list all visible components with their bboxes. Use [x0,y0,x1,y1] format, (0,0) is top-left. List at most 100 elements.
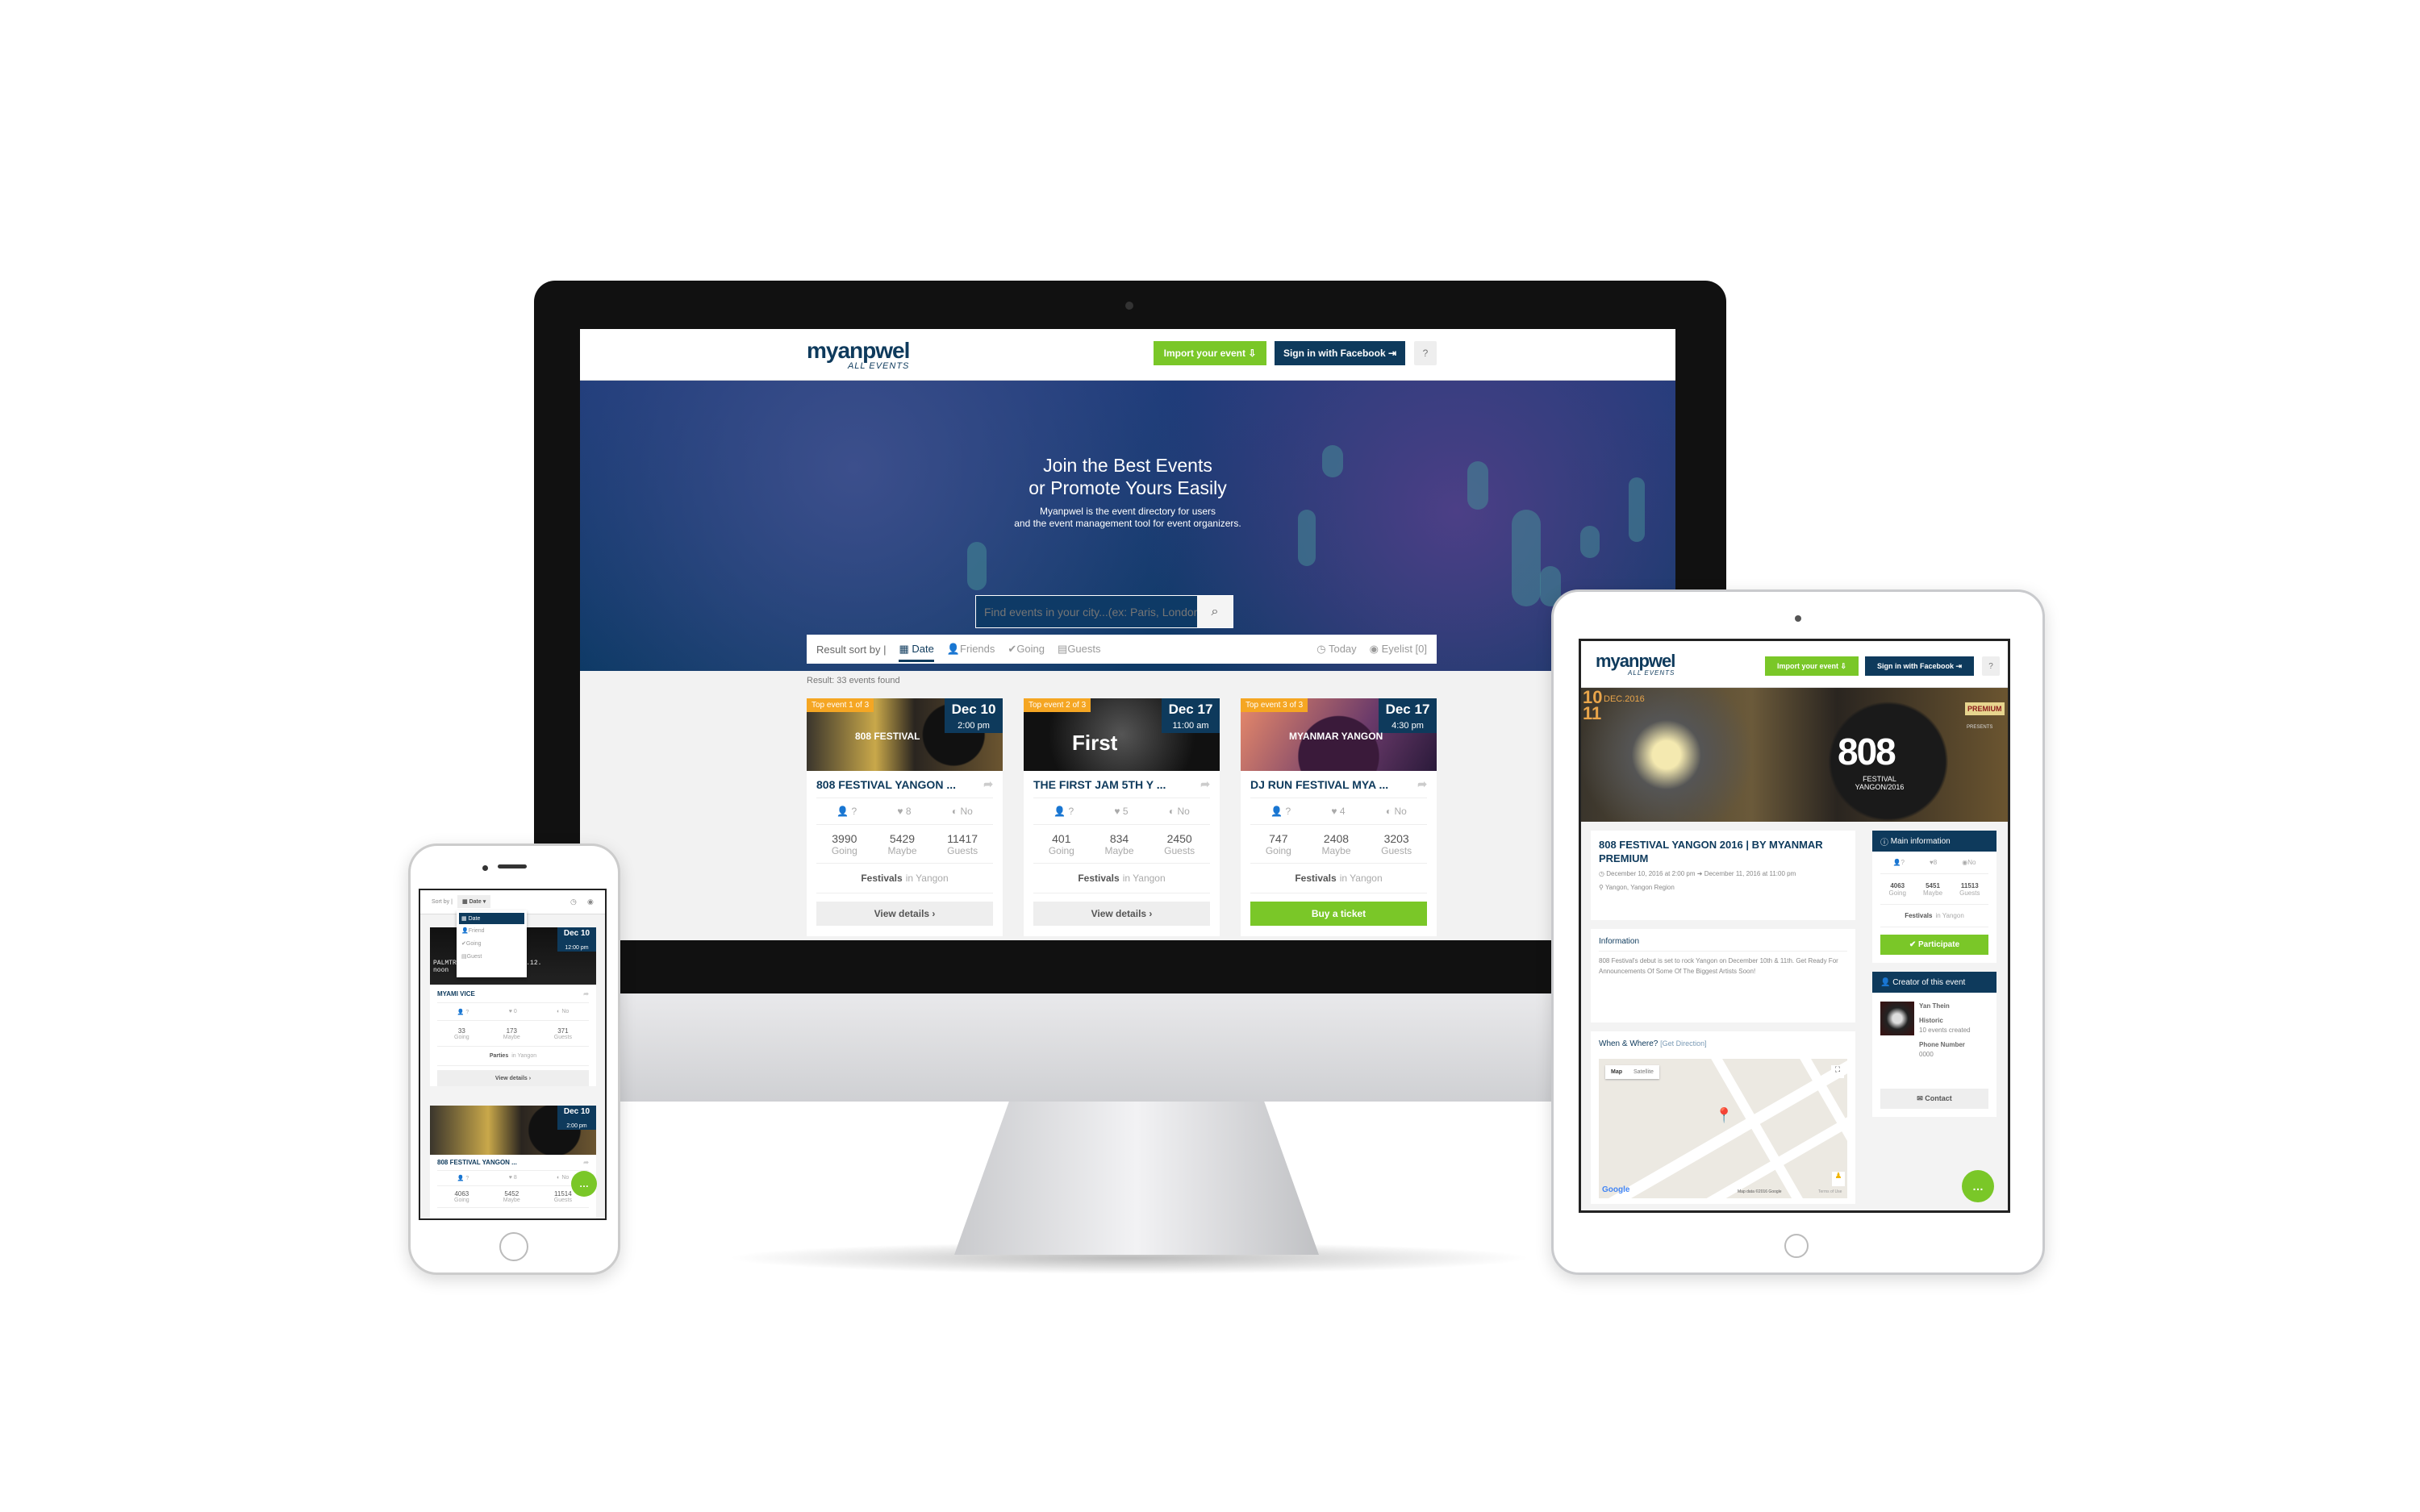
event-date: Dec 10 2:00 pm [557,1106,596,1130]
sort-guests[interactable]: ▤Guests [1058,643,1100,656]
participate-button[interactable]: ✔ Participate [1880,935,1988,955]
category-name[interactable]: Festivals [1905,912,1932,919]
fullscreen-icon[interactable]: ⛶ [1831,1065,1844,1078]
event-category[interactable]: Festivals in Yangon [1880,905,1988,927]
event-date: Dec 10 12:00 pm [557,927,596,952]
sort-date[interactable]: ▦ Date [899,637,934,662]
card-action-button[interactable]: Buy a ticket [1250,902,1427,926]
maybe-count: 5451 [1926,881,1940,889]
event-title[interactable]: 808 FESTIVAL YANGON ... [816,778,956,791]
event-title[interactable]: DJ RUN FESTIVAL MYA ... [1250,778,1388,791]
event-date-day: Dec 10 [563,1107,590,1116]
map-marker-icon: ⚲ [1599,883,1604,891]
going-label: Going [831,844,857,856]
category-name[interactable]: Festivals [861,873,902,884]
event-card[interactable]: Top event 3 of 3 Dec 17 4:30 pm MYANMAR Y… [1241,698,1437,936]
event-category[interactable]: Festivals in Yangon [816,864,993,893]
event-location[interactable]: Yangon, Yangon Region [1605,884,1675,891]
dropdown-option-guest[interactable]: ▤Guest [459,950,524,963]
guests-label: Guests [1381,844,1412,856]
event-category[interactable]: Festivals in Yangon [1250,864,1427,893]
event-title[interactable]: MYAMI VICE [437,990,475,998]
share-icon[interactable]: ➦ [1200,777,1210,791]
event-map[interactable]: Map Satellite ⛶ 📍 ♟ Google Map data ©2016… [1599,1059,1847,1198]
likes-count[interactable]: ♥8 [1930,859,1937,866]
category-name[interactable]: Parties [490,1053,508,1059]
event-category[interactable] [437,1208,589,1218]
guests-stat: 3203 Guests [1381,832,1412,856]
import-event-button[interactable]: Import your event ⇩ [1765,656,1859,676]
event-category[interactable]: Parties in Yangon [437,1047,589,1066]
dropdown-option-going[interactable]: ✔Going [459,937,524,950]
facebook-signin-button[interactable]: Sign in with Facebook ⇥ [1275,341,1405,365]
share-icon[interactable]: ➦ [1417,777,1427,791]
chat-bubble-icon[interactable]: … [1962,1170,1994,1202]
friends-count: 👤 ? [457,1009,469,1015]
hero-title-line1: Join the Best Events [1043,455,1212,476]
share-icon[interactable]: ➦ [983,777,993,791]
street-view-icon[interactable]: ♟ [1832,1172,1845,1186]
creator-box: 👤 Creator of this event Yan Thein Histor… [1872,972,1996,1117]
contact-button[interactable]: ✉ Contact [1880,1089,1988,1109]
creator-avatar[interactable] [1880,1002,1914,1035]
site-logo[interactable]: myanpwel ALL EVENTS [1596,652,1675,677]
help-icon[interactable]: ? [1414,341,1437,365]
site-logo[interactable]: myanpwel ALL EVENTS [807,339,910,371]
eyelist-link[interactable]: ◉ Eyelist [0] [1370,643,1427,656]
guests-stat: 2450 Guests [1164,832,1195,856]
search-icon[interactable]: ⌕ [1197,596,1233,627]
event-title[interactable]: THE FIRST JAM 5TH Y ... [1033,778,1166,791]
likes-count[interactable]: ♥ 0 [509,1009,517,1014]
sort-friends[interactable]: 👤Friends [947,643,995,656]
card-action-button[interactable]: View details › [1033,902,1210,926]
event-card[interactable]: Top event 2 of 3 Dec 17 11:00 am First TH… [1024,698,1220,936]
heart-icon: ♥ [897,806,903,817]
seen-status: ◐ No [557,1175,569,1181]
logo-sub: ALL EVENTS [1628,669,1675,677]
dropdown-option-date[interactable]: ▦ Date [459,913,524,924]
tablet-home-button[interactable] [1784,1234,1809,1258]
event-category[interactable]: Festivals in Yangon [1033,864,1210,893]
clock-icon[interactable]: ◷ [570,898,577,906]
likes-count[interactable]: ♥ 8 [509,1175,517,1181]
dropdown-option-friend[interactable]: 👤Friend [459,924,524,937]
get-direction-link[interactable]: [Get Direction] [1660,1039,1707,1048]
card-action-button[interactable]: View details › [816,902,993,926]
import-event-button[interactable]: Import your event ⇩ [1154,341,1266,365]
city-search-input[interactable] [976,596,1197,627]
eye-icon[interactable]: ◉ [587,898,594,906]
chat-bubble-icon[interactable]: … [571,1171,597,1197]
likes-count[interactable]: ♥ 5 [1114,806,1128,817]
help-icon[interactable]: ? [1982,656,2000,676]
google-logo: Google [1602,1185,1630,1194]
likes-value: 8 [1933,859,1938,866]
event-image[interactable]: Dec 10 2:00 pm [430,1106,596,1155]
event-title[interactable]: 808 FESTIVAL YANGON ... [437,1159,517,1166]
friends-value: ? [1901,859,1905,866]
likes-count[interactable]: ♥ 4 [1331,806,1345,817]
event-image[interactable]: Top event 3 of 3 Dec 17 4:30 pm MYANMAR Y… [1241,698,1437,771]
event-image[interactable]: Top event 1 of 3 Dec 10 2:00 pm 808 FESTI… [807,698,1003,771]
event-card[interactable]: Dec 10 2:00 pm 808 FESTIVAL YANGON ... ➦ 👤… [430,1106,596,1218]
event-image[interactable]: Top event 2 of 3 Dec 17 11:00 am First [1024,698,1220,771]
map-terms-link[interactable]: Terms of Use [1818,1189,1842,1194]
map-tab-satellite[interactable]: Satellite [1628,1065,1659,1079]
facebook-signin-button[interactable]: Sign in with Facebook ⇥ [1865,656,1974,676]
maybe-stat: 834 Maybe [1104,832,1133,856]
sort-going[interactable]: ✔Going [1008,643,1045,656]
map-tab-map[interactable]: Map [1605,1065,1628,1079]
category-name[interactable]: Festivals [1295,873,1336,884]
likes-count[interactable]: ♥ 8 [897,806,911,817]
sort-dropdown[interactable]: ▦ Date ▾ [457,895,491,908]
phone-home-button[interactable] [499,1232,528,1261]
image-lettering: MYANMAR YANGON [1289,731,1383,742]
map-pin-icon[interactable]: 📍 [1715,1107,1733,1124]
share-icon[interactable]: ➦ [583,1159,589,1166]
phone-speaker [498,864,527,868]
card-action-button[interactable]: View details › [437,1070,589,1086]
creator-name[interactable]: Yan Thein [1919,1002,1992,1011]
filter-today[interactable]: ◷ Today [1316,643,1356,656]
event-card[interactable]: Top event 1 of 3 Dec 10 2:00 pm 808 FESTI… [807,698,1003,936]
category-name[interactable]: Festivals [1078,873,1119,884]
share-icon[interactable]: ➦ [583,990,589,998]
